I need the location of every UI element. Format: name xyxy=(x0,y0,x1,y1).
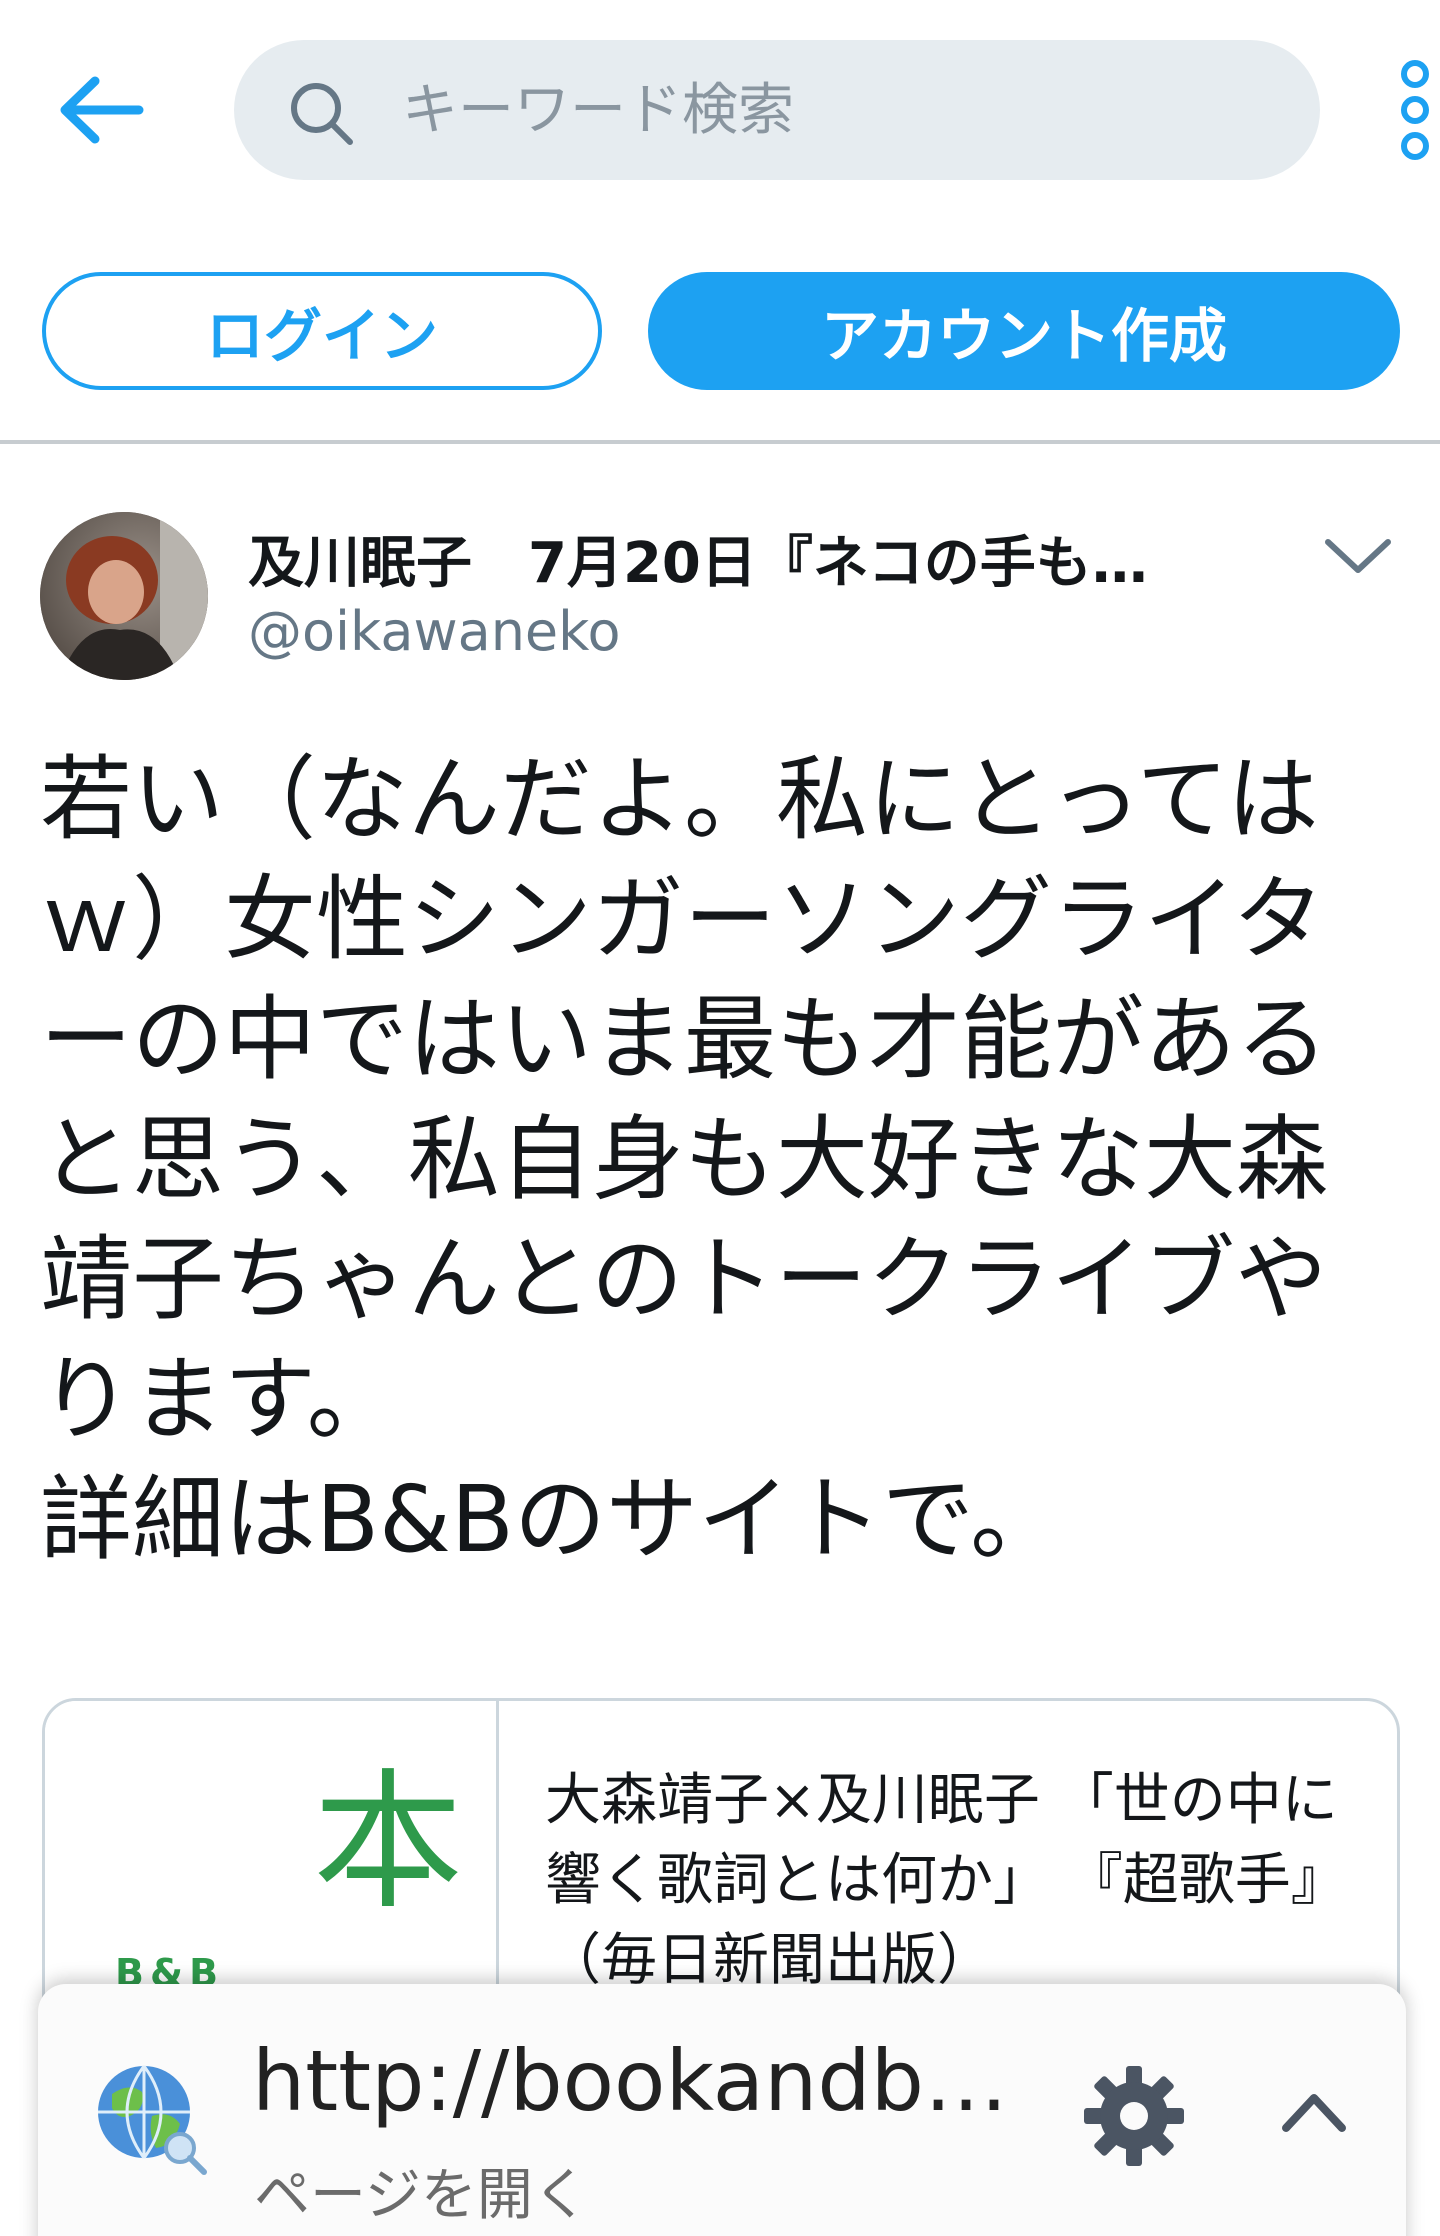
open-page-sheet[interactable]: http://bookandb… ページを開く xyxy=(38,1984,1406,2236)
back-button[interactable] xyxy=(50,70,150,150)
tweet-text: 若い（なんだよ。私にとっては ｗ）女性シンガーソングライタ ーの中ではいま最も才… xyxy=(40,746,1329,1573)
tweet-menu-button[interactable] xyxy=(1318,530,1398,580)
search-input[interactable] xyxy=(402,70,1282,150)
avatar-image xyxy=(40,512,208,680)
card-title: 大森靖子×及川眠子 「世の中に響く歌詞とは何か」 『超歌手』（毎日新聞出版） xyxy=(545,1768,1347,1993)
chevron-up-icon xyxy=(1282,2094,1346,2132)
expand-button[interactable] xyxy=(1274,2082,1354,2142)
search-bar[interactable] xyxy=(234,40,1320,180)
gear-icon xyxy=(1084,2066,1184,2166)
settings-button[interactable] xyxy=(1078,2060,1190,2172)
more-options-button[interactable] xyxy=(1390,58,1440,162)
header-divider xyxy=(0,440,1440,444)
globe-icon xyxy=(98,2065,207,2175)
login-button[interactable]: ログイン xyxy=(42,272,602,390)
back-arrow-icon xyxy=(60,76,144,144)
open-page-label[interactable]: ページを開く xyxy=(254,2150,589,2231)
avatar[interactable] xyxy=(40,512,208,680)
more-vertical-icon xyxy=(1401,60,1429,160)
search-icon xyxy=(291,83,353,145)
author-name[interactable]: 及川眠子 7月20日『ネコの手も… xyxy=(248,518,1148,599)
thumbnail-kanji: 本 xyxy=(313,1756,464,1930)
author-handle[interactable]: @oikawaneko xyxy=(248,600,621,663)
chevron-down-icon xyxy=(1325,539,1391,573)
sheet-url: http://bookandb… xyxy=(252,2032,1008,2130)
signup-button[interactable]: アカウント作成 xyxy=(648,272,1400,390)
